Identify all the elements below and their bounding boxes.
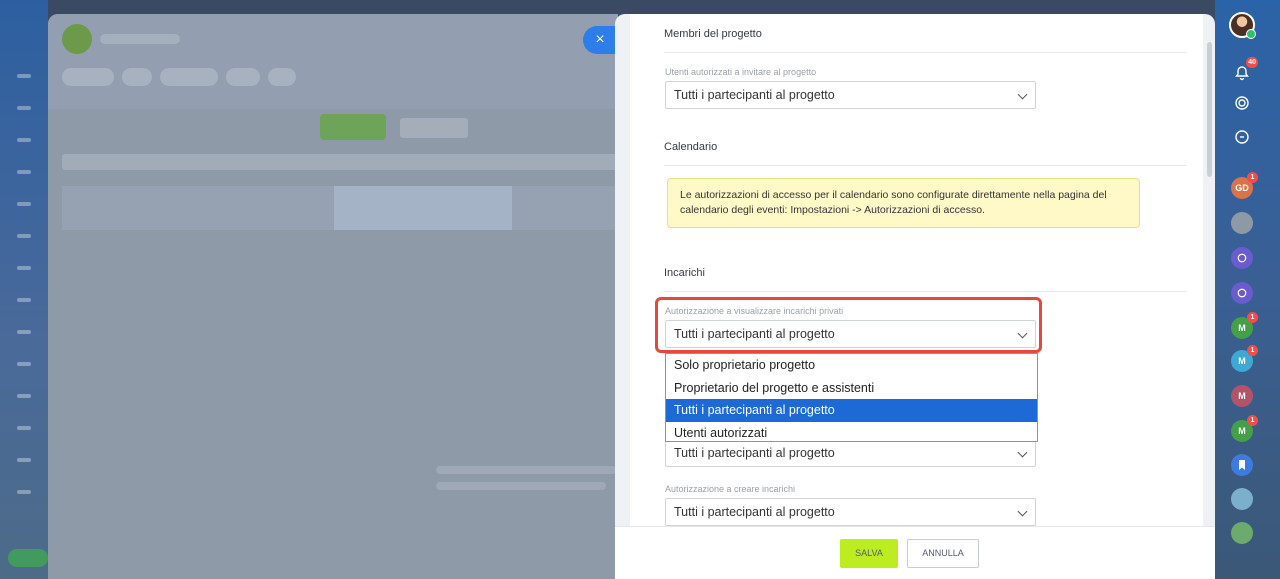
chevron-down-icon xyxy=(1017,447,1028,458)
chat-badge: 1 xyxy=(1247,345,1258,356)
chat-avatar[interactable]: M 1 xyxy=(1231,415,1258,442)
left-menu-background xyxy=(0,0,48,579)
section-title-calendar: Calendario xyxy=(664,141,718,153)
calendar-permissions-notice: Le autorizzazioni di accesso per il cale… xyxy=(667,178,1140,228)
chat-avatar[interactable] xyxy=(1231,488,1253,510)
search-icon xyxy=(1235,130,1249,144)
highlight-frame xyxy=(655,297,1042,353)
divider xyxy=(664,165,1187,166)
chat-badge: 1 xyxy=(1247,172,1258,183)
section-title-members: Membri del progetto xyxy=(664,28,762,40)
chat-avatar-initials: M xyxy=(1238,426,1246,436)
cancel-button[interactable]: ANNULLA xyxy=(907,539,979,568)
chat-avatar[interactable]: M 1 xyxy=(1231,345,1258,372)
dropdown-option[interactable]: Solo proprietario progetto xyxy=(666,354,1037,377)
panel-content: Membri del progetto Utenti autorizzati a… xyxy=(630,14,1203,526)
task-permission-value: Tutti i partecipanti al progetto xyxy=(674,446,835,460)
activity-button[interactable] xyxy=(1231,92,1253,114)
notifications-button[interactable]: 40 xyxy=(1231,57,1258,84)
background-app-overlay xyxy=(48,14,618,579)
chat-badge: 1 xyxy=(1247,415,1258,426)
bell-icon xyxy=(1235,66,1249,81)
divider xyxy=(664,291,1187,292)
project-settings-panel: Membri del progetto Utenti autorizzati a… xyxy=(615,14,1215,579)
invite-permission-value: Tutti i partecipanti al progetto xyxy=(674,88,835,102)
right-sidebar: 40 GD 1 M 1 M 1 M M 1 xyxy=(1215,0,1280,579)
chat-avatar[interactable]: M xyxy=(1231,385,1253,407)
chat-avatar-initials: M xyxy=(1238,323,1246,333)
chat-badge: 1 xyxy=(1247,312,1258,323)
dropdown-option[interactable]: Utenti autorizzati xyxy=(666,422,1037,445)
dropdown-option[interactable]: Proprietario del progetto e assistenti xyxy=(666,377,1037,400)
online-status-icon xyxy=(1246,29,1256,39)
dropdown-option-selected[interactable]: Tutti i partecipanti al progetto xyxy=(666,399,1037,422)
chat-avatar[interactable]: M 1 xyxy=(1231,312,1258,339)
close-slider-button[interactable]: × xyxy=(583,26,617,54)
create-tasks-permission-select[interactable]: Tutti i partecipanti al progetto xyxy=(665,498,1036,526)
save-button[interactable]: SALVA xyxy=(840,539,898,568)
panel-footer: SALVA ANNULLA xyxy=(615,526,1215,579)
chat-avatar[interactable] xyxy=(1231,522,1253,544)
chat-avatar-initials: M xyxy=(1238,356,1246,366)
chevron-down-icon xyxy=(1017,89,1028,100)
spiral-icon xyxy=(1235,96,1249,110)
chat-avatar[interactable] xyxy=(1231,282,1253,304)
create-tasks-permission-value: Tutti i partecipanti al progetto xyxy=(674,505,835,519)
panel-scrollbar[interactable] xyxy=(1207,42,1212,177)
create-tasks-permission-label: Autorizzazione a creare incarichi xyxy=(665,484,796,494)
divider xyxy=(664,52,1187,53)
bookmark-icon xyxy=(1239,460,1245,470)
chat-avatar[interactable]: GD 1 xyxy=(1231,172,1258,199)
chat-avatar[interactable] xyxy=(1231,247,1253,269)
chevron-down-icon xyxy=(1017,506,1028,517)
spiral-icon xyxy=(1237,253,1247,263)
spiral-icon xyxy=(1237,288,1247,298)
bookmark-button[interactable] xyxy=(1231,454,1253,476)
permission-dropdown-list: Solo proprietario progetto Proprietario … xyxy=(665,353,1038,442)
invite-permission-select[interactable]: Tutti i partecipanti al progetto xyxy=(665,81,1036,109)
user-avatar[interactable] xyxy=(1229,12,1256,39)
notifications-badge: 40 xyxy=(1246,57,1258,68)
search-button[interactable] xyxy=(1231,126,1253,148)
chat-avatar-initials: GD xyxy=(1235,183,1249,193)
chat-avatar[interactable] xyxy=(1231,212,1253,234)
invite-permission-label: Utenti autorizzati a invitare al progett… xyxy=(665,67,817,77)
chat-avatar-initials: M xyxy=(1238,391,1246,401)
close-icon: × xyxy=(595,31,605,48)
section-title-tasks: Incarichi xyxy=(664,267,705,279)
